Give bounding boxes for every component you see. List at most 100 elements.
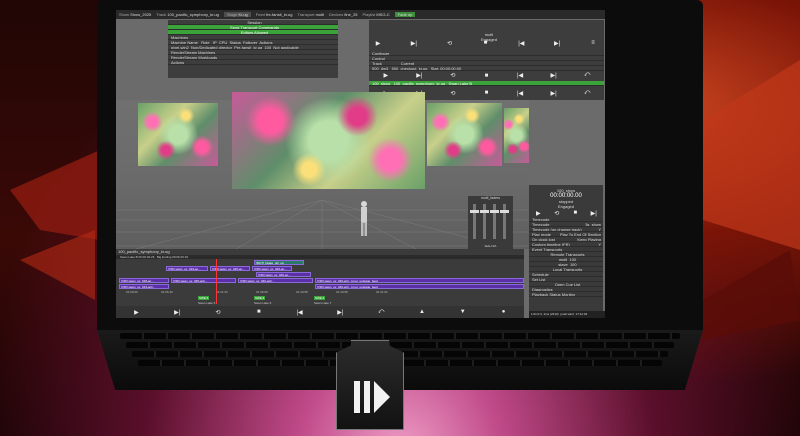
tl-loop-icon[interactable]: ⟲ (213, 309, 223, 316)
clip-bottom-3[interactable]: [VID] swan_ux_025-acti... (171, 278, 236, 283)
transport-controls-2: ▶ ▶| ⟲ ■ |◀ ▶| ⤺ (369, 71, 604, 80)
topbar-devices[interactable]: Devices fine_25 (329, 12, 357, 17)
clip-top-1[interactable]: [VID] swan_ux_019-ac... (166, 266, 208, 271)
clip-top-4[interactable]: [VID] swan_ux_040-ac... (256, 272, 311, 277)
show-title: 100_show (556, 188, 576, 193)
play-section-icon[interactable]: ▶| (409, 40, 419, 47)
fader-4-knob[interactable] (500, 210, 509, 213)
topbar-feed[interactable]: Feed fre-fanslt_kr.ug (256, 12, 293, 17)
tl-play-section-icon[interactable]: ▶| (172, 309, 182, 316)
track-name-2: 100_pacific_symphony_kr.ug (393, 81, 446, 86)
topbar-transport[interactable]: Transport multi (298, 12, 325, 17)
show-stop-icon[interactable]: ■ (570, 210, 580, 216)
clip-bottom-1[interactable]: [VID] swan_ux_018-ac... (119, 278, 169, 283)
playhead[interactable] (216, 259, 217, 304)
playback-status-section[interactable]: Playback Status Monitor (529, 292, 603, 297)
marker-3[interactable]: SWE 6 (314, 296, 326, 300)
timeline-panel[interactable]: 100_pacific_symphony_kr.ug Swan Lake B 0… (116, 249, 524, 318)
show-panel: 100_show 00:00:00.00 stopped Engaged ▶ ⟲… (529, 185, 603, 317)
left-led-screen[interactable] (138, 103, 218, 166)
section-info: Big Ending 00:06:26:33 (156, 255, 189, 259)
tl-prev-icon[interactable]: |◀ (295, 309, 305, 316)
prev-icon-2[interactable]: |◀ (515, 72, 525, 79)
topbar-show[interactable]: Show Show_2025 (119, 12, 151, 17)
section-header: Swan Lake B 00:00:02:26 (120, 255, 155, 259)
stage-viewport[interactable]: multi_faders fade N/A (116, 92, 529, 249)
fader-panel: multi_faders fade N/A (468, 196, 513, 249)
right-led-screen-2[interactable] (504, 108, 529, 163)
show-next-icon[interactable]: ▶| (589, 210, 599, 217)
loop-icon[interactable]: ⟲ (445, 40, 455, 47)
timeline-transport: ▶ ▶| ⟲ ■ |◀ ▶| ⤺ ▲ ▼ ● (116, 306, 524, 318)
fade-label: fade N/A (484, 244, 497, 248)
timeline-header: Swan Lake B 00:00:02:26 Big Ending 00:06… (116, 255, 524, 259)
tc-6: 01:40:58 (336, 290, 348, 294)
right-led-screen-1[interactable] (427, 103, 502, 166)
fader-label: multi_faders (480, 196, 501, 200)
tc-7: 01:41:02 (376, 290, 388, 294)
menu-icon[interactable]: ≡ (588, 40, 598, 47)
tl-record-icon[interactable]: ● (499, 309, 509, 315)
clip-bottom-6[interactable]: [VID] swan_ux_040-acti - kr.ug_upstage_f… (315, 284, 524, 289)
status-time: 17:41:32 (575, 312, 588, 316)
fade-up-button[interactable]: Fade up (394, 12, 416, 17)
tl-stop-icon[interactable]: ■ (254, 309, 264, 315)
person-figure (361, 201, 367, 236)
transport-controls: ▶ ▶| ⟲ ■ |◀ ▶| ≡ (373, 40, 598, 47)
tl-play-icon[interactable]: ▶ (131, 309, 141, 316)
tl-down-icon[interactable]: ▼ (458, 309, 468, 315)
prev-icon[interactable]: |◀ (516, 40, 526, 47)
clip-bottom-4[interactable]: [VID] swan_ux_040-acti... (238, 278, 313, 283)
play-section-icon-2[interactable]: ▶| (414, 72, 424, 79)
fader-3-knob[interactable] (490, 210, 499, 213)
clip-bottom-2[interactable]: [VID] swan_ux_019-acti... (119, 284, 169, 289)
next-icon-3[interactable]: ▶| (549, 90, 559, 97)
app-logo-badge (336, 340, 404, 430)
status-left: 1:01:0.3, 1ms (2210) (531, 312, 559, 316)
top-bar: Show Show_2025 Track 100_pacific_symphon… (116, 10, 605, 19)
tl-up-icon[interactable]: ▲ (417, 309, 427, 315)
stop-icon[interactable]: ■ (480, 40, 490, 47)
loop-icon-3[interactable]: ⟲ (448, 90, 458, 97)
fader-1-knob[interactable] (470, 210, 479, 213)
show-loop-icon[interactable]: ⟲ (552, 210, 562, 217)
clip-top-5[interactable]: [MCT] Intake_ulti_pa (254, 260, 304, 265)
show-play-icon[interactable]: ▶ (533, 210, 543, 217)
back-icon-2[interactable]: ⤺ (582, 72, 592, 79)
tc-4: 01:36:00 (256, 290, 268, 294)
marker-1[interactable]: SWE 5 (198, 296, 210, 300)
clip-bottom-5[interactable]: [VID] swan_ux_040-acti - kr.ug_upstage_f… (315, 278, 524, 283)
play-icon[interactable]: ▶ (373, 40, 383, 47)
transport-panel: multi Engaged ▶ ▶| ⟲ ■ |◀ ▶| ≡ Configure… (369, 20, 604, 100)
app-screen: Show Show_2025 Track 100_pacific_symphon… (116, 10, 605, 318)
stop-icon-2[interactable]: ■ (481, 73, 491, 79)
next-icon[interactable]: ▶| (552, 40, 562, 47)
center-led-screen[interactable] (232, 92, 425, 189)
tc-1: 01:00:00 (126, 290, 138, 294)
topbar-stage[interactable]: Stage Kr.ug (223, 12, 251, 17)
marker-label-2: Swan Lake 6 (254, 301, 272, 305)
marker-2[interactable]: SWE 6 (254, 296, 266, 300)
machines-panel: Session Send Transport Commands Editors … (168, 20, 338, 78)
tl-back-icon[interactable]: ⤺ (376, 309, 386, 316)
tc-3: 01:21:23 (216, 290, 228, 294)
status-bar: 1:01:0.3, 1ms (2210) joreF.win2 17:41:32 (529, 311, 605, 318)
track-row-2[interactable]: 100_show 100_pacific_symphony_kr.ug Swan… (369, 81, 604, 86)
play-icon-2[interactable]: ▶ (381, 72, 391, 79)
prev-icon-3[interactable]: |◀ (515, 90, 525, 97)
back-icon-3[interactable]: ⤺ (582, 90, 592, 97)
fader-2-knob[interactable] (480, 210, 489, 213)
timecode-ruler: 01:00:00 01:06:30 01:21:23 01:36:00 01:4… (116, 290, 524, 294)
next-icon-2[interactable]: ▶| (549, 72, 559, 79)
tl-next-icon[interactable]: ▶| (335, 309, 345, 316)
topbar-playlist[interactable]: Playlist MSG-C (363, 12, 390, 17)
status-machine: joreF.win2 (560, 312, 574, 316)
tc-5: 01:40:58 (296, 290, 308, 294)
tc-2: 01:06:30 (161, 290, 173, 294)
topbar-track[interactable]: Track 100_pacific_symphony_kr.ug (156, 12, 219, 17)
track-id-2: 100_show (372, 81, 391, 86)
clip-top-3[interactable]: [VID] swan_ux_026-ac... (252, 266, 292, 271)
loop-icon-2[interactable]: ⟲ (448, 72, 458, 79)
actions-section[interactable]: Actions (168, 60, 338, 65)
stop-icon-3[interactable]: ■ (481, 90, 491, 96)
